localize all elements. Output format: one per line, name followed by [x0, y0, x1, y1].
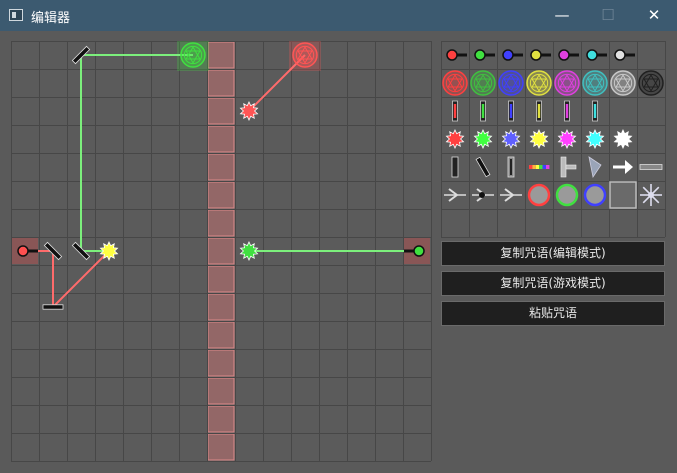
wall-block [207, 41, 235, 69]
palette-target-rune[interactable] [498, 70, 524, 96]
palette-bar-horizontal[interactable] [639, 164, 663, 170]
wall-block [207, 97, 235, 125]
palette-color-filter[interactable] [536, 100, 542, 122]
target-rune-piece[interactable] [180, 42, 206, 68]
target-rune-piece[interactable] [292, 42, 318, 68]
palette-color-filter[interactable] [564, 100, 570, 122]
wall-block [207, 153, 235, 181]
piece-palette[interactable] [441, 41, 666, 238]
palette-ring-gate[interactable] [583, 183, 607, 207]
puzzle-board[interactable] [11, 41, 432, 462]
maximize-button: ☐ [601, 6, 615, 24]
palette-ring-gate[interactable] [527, 183, 551, 207]
wall-block [207, 69, 235, 97]
wall-block [207, 125, 235, 153]
palette-color-filter[interactable] [452, 100, 458, 122]
palette-block[interactable] [609, 181, 637, 209]
wall-block [207, 349, 235, 377]
palette-color-filter[interactable] [508, 100, 514, 122]
palette-prism[interactable] [529, 165, 550, 169]
wall-block [207, 265, 235, 293]
wall-block [207, 433, 235, 461]
palette-target-rune[interactable] [470, 70, 496, 96]
emitter-piece[interactable] [404, 238, 430, 264]
palette-target-rune[interactable] [526, 70, 552, 96]
mirror-piece[interactable] [42, 304, 64, 310]
copy-spell-game-mode-button[interactable]: 复制咒语(游戏模式) [441, 271, 665, 296]
app-window-icon [9, 9, 23, 21]
palette-burst[interactable] [640, 184, 662, 206]
wall-block [207, 237, 235, 265]
emitter-piece[interactable] [12, 238, 38, 264]
palette-ring-gate[interactable] [555, 183, 579, 207]
wall-column [207, 41, 235, 461]
palette-wall-tool[interactable] [451, 156, 459, 178]
window-title: 编辑器 [31, 11, 71, 26]
close-button[interactable]: ✕ [631, 0, 677, 31]
wall-block [207, 209, 235, 237]
paste-spell-button[interactable]: 粘贴咒语 [441, 301, 665, 326]
palette-color-filter[interactable] [480, 100, 486, 122]
wall-block [207, 321, 235, 349]
wall-block [207, 405, 235, 433]
palette-color-filter[interactable] [592, 100, 598, 122]
title-bar: 编辑器 — ☐ ✕ [0, 0, 677, 31]
wall-block [207, 377, 235, 405]
wall-block [207, 293, 235, 321]
wall-block [207, 181, 235, 209]
palette-target-rune[interactable] [582, 70, 608, 96]
palette-target-rune[interactable] [638, 70, 664, 96]
minimize-button[interactable]: — [539, 0, 585, 31]
copy-spell-edit-mode-button[interactable]: 复制咒语(编辑模式) [441, 241, 665, 266]
palette-target-rune[interactable] [442, 70, 468, 96]
palette-target-rune[interactable] [554, 70, 580, 96]
palette-target-rune[interactable] [610, 70, 636, 96]
palette-splitter[interactable] [507, 156, 515, 178]
